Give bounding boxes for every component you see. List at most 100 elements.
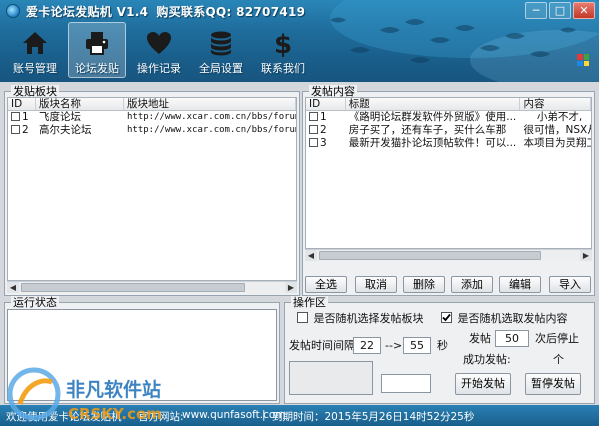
purchase-contact: 购买联系QQ: 82707419 bbox=[156, 5, 306, 19]
random-board-option[interactable]: 是否随机选择发帖板块 bbox=[297, 312, 424, 326]
random-content-option[interactable]: 是否随机选取发帖内容 bbox=[441, 312, 568, 326]
tool-account-manage[interactable]: 账号管理 bbox=[6, 22, 64, 78]
scroll-thumb[interactable] bbox=[21, 283, 245, 292]
app-name: 爱卡论坛发贴机 V1.4 bbox=[26, 5, 149, 19]
row-checkbox[interactable] bbox=[309, 138, 318, 147]
post-count-label: 发帖 bbox=[469, 332, 491, 345]
maximize-button[interactable]: □ bbox=[549, 2, 571, 19]
status-site-prefix: 官方网站: bbox=[138, 411, 184, 423]
row-checkbox[interactable] bbox=[11, 125, 20, 134]
pause-post-button[interactable]: 暂停发帖 bbox=[525, 373, 581, 395]
interval-unit: 秒 bbox=[437, 339, 448, 352]
table-row[interactable]: 3 最新开发猫扑论坛顶帖软件！可以... 本项目为灵翔工 bbox=[306, 137, 591, 150]
skin-icon[interactable] bbox=[577, 54, 589, 66]
row-checkbox[interactable] bbox=[309, 112, 318, 121]
scroll-right-icon[interactable]: ▶ bbox=[285, 282, 297, 293]
col-title[interactable]: 标题 bbox=[346, 98, 521, 110]
log-output[interactable] bbox=[7, 309, 277, 401]
status-divider: | bbox=[262, 409, 266, 421]
status-site-link[interactable]: www.qunfasoft.com bbox=[182, 409, 286, 421]
row-id: 1 bbox=[320, 111, 327, 123]
random-board-label: 是否随机选择发帖板块 bbox=[313, 312, 424, 325]
add-button[interactable]: 添加 bbox=[451, 276, 493, 293]
row-checkbox[interactable] bbox=[11, 112, 20, 121]
log-legend: 运行状态 bbox=[11, 296, 59, 309]
row-content: 本项目为灵翔工 bbox=[523, 137, 591, 149]
import-button[interactable]: 导入 bbox=[549, 276, 591, 293]
edit-button[interactable]: 编辑 bbox=[499, 276, 541, 293]
window-controls: ─ □ ✕ bbox=[525, 2, 595, 19]
col-id[interactable]: ID bbox=[8, 98, 36, 110]
row-board-url: http://www.xcar.com.cn/bbs/forumdis bbox=[127, 125, 296, 135]
cancel-select-button[interactable]: 取消 bbox=[355, 276, 397, 293]
random-board-checkbox[interactable] bbox=[297, 312, 308, 323]
col-board-name[interactable]: 版块名称 bbox=[36, 98, 124, 110]
title-bar: 爱卡论坛发贴机 V1.4 购买联系QQ: 82707419 ─ □ ✕ bbox=[0, 0, 599, 22]
col-id[interactable]: ID bbox=[306, 98, 346, 110]
scroll-right-icon[interactable]: ▶ bbox=[580, 250, 592, 261]
table-row[interactable]: 2 高尔夫论坛 http://www.xcar.com.cn/bbs/forum… bbox=[8, 124, 296, 137]
stop-after-label: 次后停止 bbox=[535, 332, 579, 345]
window-title: 爱卡论坛发贴机 V1.4 购买联系QQ: 82707419 bbox=[26, 3, 305, 20]
log-panel: 运行状态 bbox=[4, 296, 280, 404]
row-board-name: 高尔夫论坛 bbox=[39, 124, 92, 136]
tool-forum-post[interactable]: 论坛发贴 bbox=[68, 22, 126, 78]
posts-table-header: ID 标题 内容 bbox=[306, 98, 591, 111]
boards-panel: 发贴板块 ID 版块名称 版块地址 1 飞度论坛 http://www.xcar… bbox=[4, 85, 300, 296]
col-board-url[interactable]: 版块地址 bbox=[124, 98, 296, 110]
boards-table-header: ID 版块名称 版块地址 bbox=[8, 98, 296, 111]
posts-panel: 发帖内容 ID 标题 内容 1 《路明论坛群发软件外贸版》使用... 小弟不才,… bbox=[302, 85, 595, 296]
row-id: 2 bbox=[22, 124, 29, 136]
delete-button[interactable]: 删除 bbox=[403, 276, 445, 293]
home-icon bbox=[23, 32, 47, 54]
table-row[interactable]: 1 《路明论坛群发软件外贸版》使用... 小弟不才, bbox=[306, 111, 591, 124]
random-content-checkbox[interactable] bbox=[441, 312, 452, 323]
posts-hscrollbar[interactable]: ◀ ▶ bbox=[305, 249, 592, 261]
boards-hscrollbar[interactable]: ◀ ▶ bbox=[7, 281, 297, 293]
tool-contact-us[interactable]: $ 联系我们 bbox=[254, 22, 312, 78]
tool-label: 联系我们 bbox=[261, 62, 305, 75]
row-id-cell: 1 bbox=[8, 111, 36, 124]
row-id-cell: 3 bbox=[306, 137, 346, 150]
scroll-left-icon[interactable]: ◀ bbox=[305, 250, 317, 261]
row-title: 房子买了，还有车子，买什么车那 bbox=[348, 124, 507, 136]
status-expire: 到期时间：2015年5月26日14时52分25秒 bbox=[272, 411, 475, 423]
database-icon bbox=[211, 31, 231, 56]
ops-panel: 操作区 是否随机选择发帖板块 是否随机选取发帖内容 发帖 50 次后停止 发帖时… bbox=[284, 296, 595, 404]
row-id: 3 bbox=[320, 137, 327, 149]
row-id: 1 bbox=[22, 111, 29, 123]
svg-text:$: $ bbox=[274, 30, 292, 57]
status-bar: 欢迎使用爱卡论坛发贴机 官方网站: www.qunfasoft.com | 到期… bbox=[0, 405, 599, 426]
select-all-button[interactable]: 全选 bbox=[305, 276, 347, 293]
random-content-label: 是否随机选取发帖内容 bbox=[457, 312, 568, 325]
tool-operation-log[interactable]: 操作记录 bbox=[130, 22, 188, 78]
scroll-left-icon[interactable]: ◀ bbox=[7, 282, 19, 293]
row-id: 2 bbox=[320, 124, 327, 136]
row-id-cell: 2 bbox=[306, 124, 346, 137]
app-header: 爱卡论坛发贴机 V1.4 购买联系QQ: 82707419 ─ □ ✕ 账号管理 … bbox=[0, 0, 599, 82]
heart-icon bbox=[147, 32, 171, 54]
close-button[interactable]: ✕ bbox=[573, 2, 595, 19]
post-count-input[interactable]: 50 bbox=[495, 330, 529, 347]
table-row[interactable]: 2 房子买了，还有车子，买什么车那 很可惜，NSX从未 bbox=[306, 124, 591, 137]
captcha-input[interactable] bbox=[381, 374, 431, 393]
success-count-label: 成功发帖: bbox=[463, 353, 511, 366]
row-title: 最新开发猫扑论坛顶帖软件！可以... bbox=[348, 137, 517, 149]
row-content: 小弟不才, bbox=[523, 111, 583, 123]
row-checkbox[interactable] bbox=[309, 125, 318, 134]
interval-arrow: --> bbox=[385, 339, 403, 352]
tool-global-settings[interactable]: 全局设置 bbox=[192, 22, 250, 78]
start-post-button[interactable]: 开始发帖 bbox=[455, 373, 511, 395]
app-logo-icon bbox=[6, 4, 20, 18]
tool-label: 论坛发贴 bbox=[75, 62, 119, 75]
scroll-thumb[interactable] bbox=[319, 251, 541, 260]
success-count-unit: 个 bbox=[553, 353, 564, 366]
captcha-image bbox=[289, 361, 373, 395]
col-content[interactable]: 内容 bbox=[520, 98, 591, 110]
main-toolbar: 账号管理 论坛发贴 操作记录 全局设置 $ 联系我们 bbox=[6, 22, 312, 80]
minimize-button[interactable]: ─ bbox=[525, 2, 547, 19]
interval-min-input[interactable]: 22 bbox=[353, 337, 381, 354]
row-title: 《路明论坛群发软件外贸版》使用... bbox=[348, 111, 517, 123]
table-row[interactable]: 1 飞度论坛 http://www.xcar.com.cn/bbs/forumd… bbox=[8, 111, 296, 124]
interval-max-input[interactable]: 55 bbox=[403, 337, 431, 354]
